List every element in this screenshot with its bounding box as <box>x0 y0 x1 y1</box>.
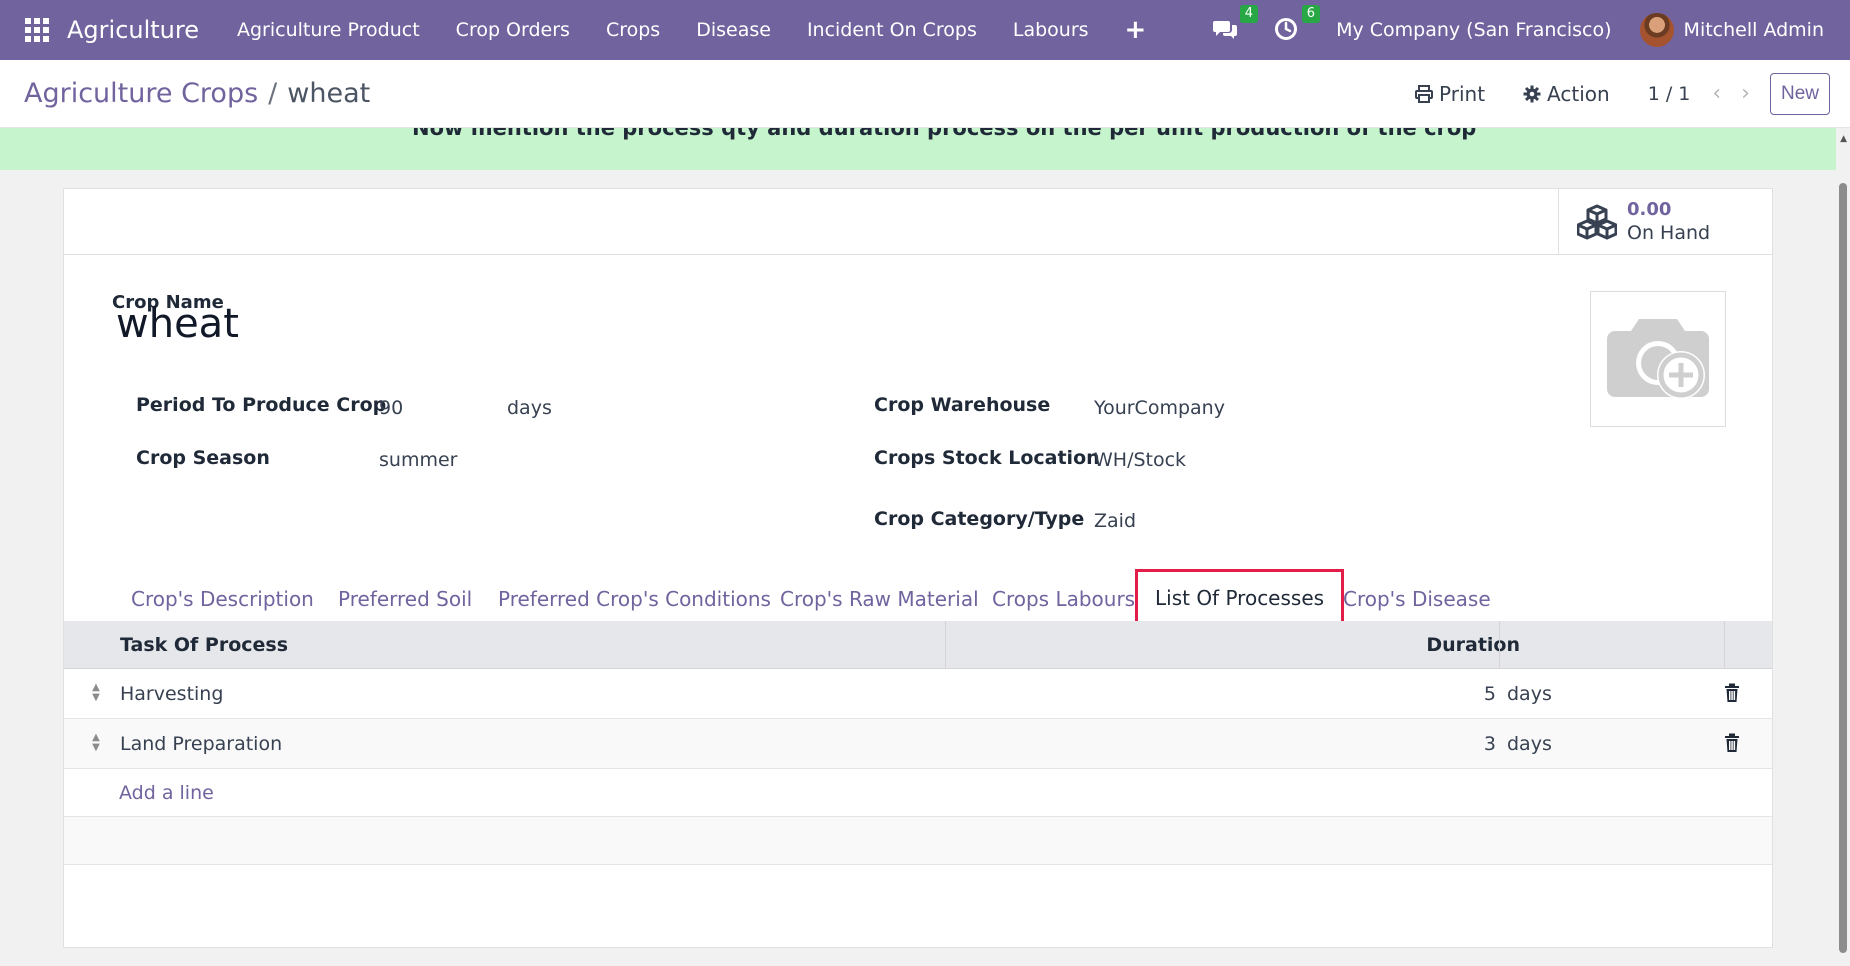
tab-crops-disease[interactable]: Crop's Disease <box>1343 569 1491 629</box>
drag-handle-icon[interactable]: ▲ ▼ <box>90 683 102 703</box>
crop-image-upload[interactable] <box>1590 291 1726 427</box>
crop-name-field[interactable]: wheat <box>116 301 239 347</box>
category-label: Crop Category/Type <box>874 508 1085 530</box>
print-icon <box>1415 84 1434 103</box>
table-row[interactable]: ▲ ▼ Land Preparation 3 days <box>64 719 1772 769</box>
cubes-icon <box>1577 204 1617 240</box>
task-cell[interactable]: Harvesting <box>120 669 223 719</box>
info-banner: Now mention the process qty and duration… <box>0 128 1836 170</box>
action-button[interactable]: Action <box>1523 82 1610 106</box>
notebook-tabs: Crop's Description Preferred Soil Prefer… <box>64 569 1772 629</box>
processes-table: Task Of Process Duration ▲ ▼ Harvesting 5… <box>64 621 1772 865</box>
activities-count-badge: 6 <box>1301 5 1321 23</box>
top-navbar: Agriculture Agriculture Product Crop Ord… <box>0 0 1850 60</box>
column-divider <box>1499 621 1500 669</box>
period-unit: days <box>507 397 552 419</box>
pager-value[interactable]: 1 / 1 <box>1648 83 1691 105</box>
delete-row-trash-icon[interactable] <box>1724 683 1740 703</box>
button-box: 0.00 On Hand <box>64 189 1772 255</box>
season-field[interactable]: summer <box>379 449 457 471</box>
delete-row-trash-icon[interactable] <box>1724 733 1740 753</box>
tab-raw-material[interactable]: Crop's Raw Material <box>780 569 979 629</box>
stock-location-label: Crops Stock Location <box>874 447 1100 469</box>
scrollbar-thumb[interactable] <box>1839 183 1847 953</box>
clock-icon <box>1275 18 1298 40</box>
chat-icon <box>1213 21 1238 39</box>
period-label: Period To Produce Crop <box>136 394 387 416</box>
scroll-up-arrow-icon[interactable]: ▲ <box>1840 134 1847 144</box>
season-label: Crop Season <box>136 447 270 469</box>
add-line-link[interactable]: Add a line <box>119 769 214 817</box>
gear-icon <box>1523 85 1541 102</box>
pager-next-icon[interactable]: › <box>1741 81 1750 106</box>
apps-grid-icon[interactable] <box>25 18 49 42</box>
messages-count-badge: 4 <box>1239 5 1259 23</box>
new-button[interactable]: New <box>1769 72 1830 115</box>
table-header: Task Of Process Duration <box>64 621 1772 669</box>
on-hand-stat-button[interactable]: 0.00 On Hand <box>1558 189 1772 255</box>
company-switcher[interactable]: My Company (San Francisco) <box>1336 19 1611 41</box>
tab-list-of-processes[interactable]: List Of Processes <box>1135 569 1345 627</box>
app-name[interactable]: Agriculture <box>67 16 199 44</box>
stock-location-field[interactable]: WH/Stock <box>1094 449 1186 471</box>
menu-disease[interactable]: Disease <box>696 19 771 41</box>
column-divider <box>945 621 946 669</box>
duration-unit: days <box>1507 733 1552 755</box>
column-duration[interactable]: Duration <box>1426 621 1520 669</box>
tab-crops-labours[interactable]: Crops Labours <box>992 569 1135 629</box>
print-button[interactable]: Print <box>1415 82 1485 106</box>
tab-preferred-conditions[interactable]: Preferred Crop's Conditions <box>498 569 771 629</box>
table-row[interactable]: ▲ ▼ Harvesting 5 days <box>64 669 1772 719</box>
duration-cell[interactable]: 3 <box>1484 719 1496 769</box>
breadcrumb-separator: / <box>268 78 278 109</box>
action-label: Action <box>1547 81 1610 106</box>
column-divider <box>1724 621 1725 669</box>
menu-crop-orders[interactable]: Crop Orders <box>456 19 570 41</box>
duration-unit: days <box>1507 683 1552 705</box>
tab-preferred-soil[interactable]: Preferred Soil <box>338 569 472 629</box>
warehouse-field[interactable]: YourCompany <box>1094 397 1225 419</box>
menu-agriculture-product[interactable]: Agriculture Product <box>237 19 420 41</box>
column-task-of-process[interactable]: Task Of Process <box>120 621 288 669</box>
breadcrumb: Agriculture Crops / wheat <box>24 78 370 109</box>
menu-add-plus-icon[interactable]: + <box>1125 15 1147 45</box>
camera-plus-icon <box>1607 319 1709 399</box>
task-cell[interactable]: Land Preparation <box>120 719 282 769</box>
category-field[interactable]: Zaid <box>1094 510 1136 532</box>
user-menu[interactable]: Mitchell Admin <box>1684 19 1824 41</box>
activities-button[interactable]: 6 <box>1274 5 1321 43</box>
messages-button[interactable]: 4 <box>1212 5 1259 43</box>
empty-row <box>64 817 1772 865</box>
menu-incident-on-crops[interactable]: Incident On Crops <box>807 19 977 41</box>
tab-crops-description[interactable]: Crop's Description <box>131 569 314 629</box>
print-label: Print <box>1439 81 1486 106</box>
warehouse-label: Crop Warehouse <box>874 394 1051 416</box>
on-hand-value: 0.00 <box>1627 199 1672 220</box>
user-avatar[interactable] <box>1639 13 1674 47</box>
breadcrumb-parent-link[interactable]: Agriculture Crops <box>24 78 258 109</box>
on-hand-label: On Hand <box>1627 222 1711 244</box>
control-panel: Agriculture Crops / wheat Print Action 1… <box>0 60 1850 128</box>
pager-previous-icon[interactable]: ‹ <box>1712 81 1721 106</box>
banner-text: Now mention the process qty and duration… <box>412 128 1477 140</box>
period-field[interactable]: 90 <box>379 397 403 419</box>
breadcrumb-current: wheat <box>287 78 371 109</box>
drag-handle-icon[interactable]: ▲ ▼ <box>90 733 102 753</box>
add-line-row: Add a line <box>64 769 1772 817</box>
duration-cell[interactable]: 5 <box>1484 669 1496 719</box>
form-sheet: 0.00 On Hand Crop Name wheat Period To P… <box>63 188 1773 948</box>
menu-labours[interactable]: Labours <box>1013 19 1089 41</box>
menu-crops[interactable]: Crops <box>606 19 660 41</box>
